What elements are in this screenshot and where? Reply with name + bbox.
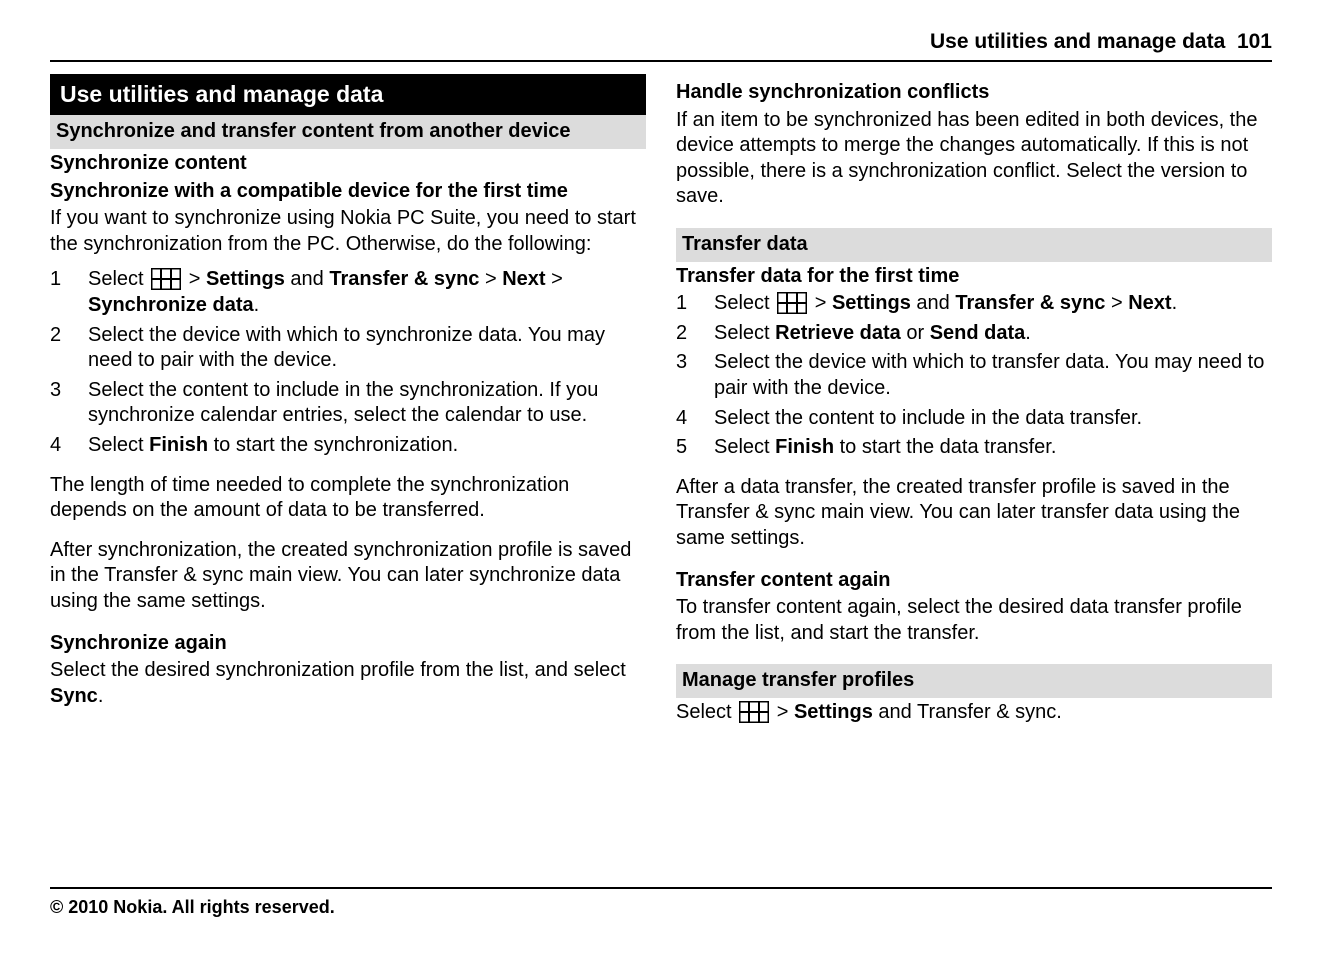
ui-label: Next xyxy=(1128,292,1171,314)
step-body: Select > Settings and Transfer & sync > … xyxy=(714,291,1272,317)
step-body: Select Finish to start the synchronizati… xyxy=(88,433,646,459)
step-body: Select the device with which to transfer… xyxy=(714,350,1272,401)
step-number: 4 xyxy=(50,433,88,459)
page-container: Use utilities and manage data 101 Use ut… xyxy=(0,0,1322,725)
body-text: To transfer content again, select the de… xyxy=(676,595,1272,646)
ui-label: Send data xyxy=(930,322,1026,344)
heading-conflicts: Handle synchronization conflicts xyxy=(676,80,1272,106)
step-number: 1 xyxy=(676,291,714,317)
step-number: 3 xyxy=(50,378,88,429)
ui-label: Transfer & sync xyxy=(329,268,479,290)
ui-label: Finish xyxy=(149,434,208,456)
heading-sync-again: Synchronize again xyxy=(50,631,646,657)
body-text: Select the desired synchronization profi… xyxy=(50,658,646,709)
step-item: 1 Select > Settings and Transfer & sync … xyxy=(50,267,646,318)
app-grid-icon xyxy=(151,268,181,290)
heading-sync-first-time: Synchronize with a compatible device for… xyxy=(50,179,646,205)
heading-transfer-first-time: Transfer data for the first time xyxy=(676,264,1272,290)
step-body: Select the content to include in the dat… xyxy=(714,406,1272,432)
step-body: Select the content to include in the syn… xyxy=(88,378,646,429)
ui-label: Retrieve data xyxy=(775,322,901,344)
step-body: Select Finish to start the data transfer… xyxy=(714,435,1272,461)
step-number: 4 xyxy=(676,406,714,432)
body-text: Select > Settings and Transfer & sync. xyxy=(676,700,1272,726)
section-heading: Synchronize and transfer content from an… xyxy=(50,115,646,149)
step-body: Select > Settings and Transfer & sync > … xyxy=(88,267,646,318)
ui-label: Synchronize data xyxy=(88,294,254,316)
body-text: After a data transfer, the created trans… xyxy=(676,475,1272,552)
step-item: 1 Select > Settings and Transfer & sync … xyxy=(676,291,1272,317)
ui-label: Transfer & sync xyxy=(955,292,1105,314)
section-heading: Manage transfer profiles xyxy=(676,664,1272,698)
step-number: 3 xyxy=(676,350,714,401)
step-number: 2 xyxy=(50,323,88,374)
page-footer: © 2010 Nokia. All rights reserved. xyxy=(50,887,1272,918)
step-item: 5 Select Finish to start the data transf… xyxy=(676,435,1272,461)
step-item: 2 Select the device with which to synchr… xyxy=(50,323,646,374)
section-heading: Transfer data xyxy=(676,228,1272,262)
step-number: 2 xyxy=(676,321,714,347)
section-subheading: Synchronize content xyxy=(50,151,646,177)
app-grid-icon xyxy=(777,292,807,314)
step-body: Select the device with which to synchron… xyxy=(88,323,646,374)
ui-label: Settings xyxy=(832,292,911,314)
content-columns: Use utilities and manage data Synchroniz… xyxy=(50,74,1272,725)
step-body: Select Retrieve data or Send data. xyxy=(714,321,1272,347)
step-item: 3 Select the content to include in the s… xyxy=(50,378,646,429)
page-header: Use utilities and manage data 101 xyxy=(50,30,1272,62)
app-grid-icon xyxy=(739,701,769,723)
body-text: After synchronization, the created synch… xyxy=(50,538,646,615)
body-text: If an item to be synchronized has been e… xyxy=(676,108,1272,210)
step-item: 4 Select the content to include in the d… xyxy=(676,406,1272,432)
ui-label: Next xyxy=(502,268,545,290)
right-column: Handle synchronization conflicts If an i… xyxy=(676,74,1272,725)
left-column: Use utilities and manage data Synchroniz… xyxy=(50,74,646,725)
header-title: Use utilities and manage data xyxy=(930,30,1225,53)
ordered-steps: 1 Select > Settings and Transfer & sync … xyxy=(676,291,1272,461)
step-item: 3 Select the device with which to transf… xyxy=(676,350,1272,401)
step-item: 2 Select Retrieve data or Send data. xyxy=(676,321,1272,347)
page-number: 101 xyxy=(1237,30,1272,53)
ui-label: Settings xyxy=(794,701,873,723)
step-item: 4 Select Finish to start the synchroniza… xyxy=(50,433,646,459)
step-number: 1 xyxy=(50,267,88,318)
body-text: If you want to synchronize using Nokia P… xyxy=(50,206,646,257)
chapter-title: Use utilities and manage data xyxy=(50,74,646,115)
ui-label: Settings xyxy=(206,268,285,290)
body-text: The length of time needed to complete th… xyxy=(50,473,646,524)
heading-transfer-again: Transfer content again xyxy=(676,568,1272,594)
ui-label: Sync xyxy=(50,685,98,707)
step-number: 5 xyxy=(676,435,714,461)
ui-label: Finish xyxy=(775,436,834,458)
ordered-steps: 1 Select > Settings and Transfer & sync … xyxy=(50,267,646,458)
